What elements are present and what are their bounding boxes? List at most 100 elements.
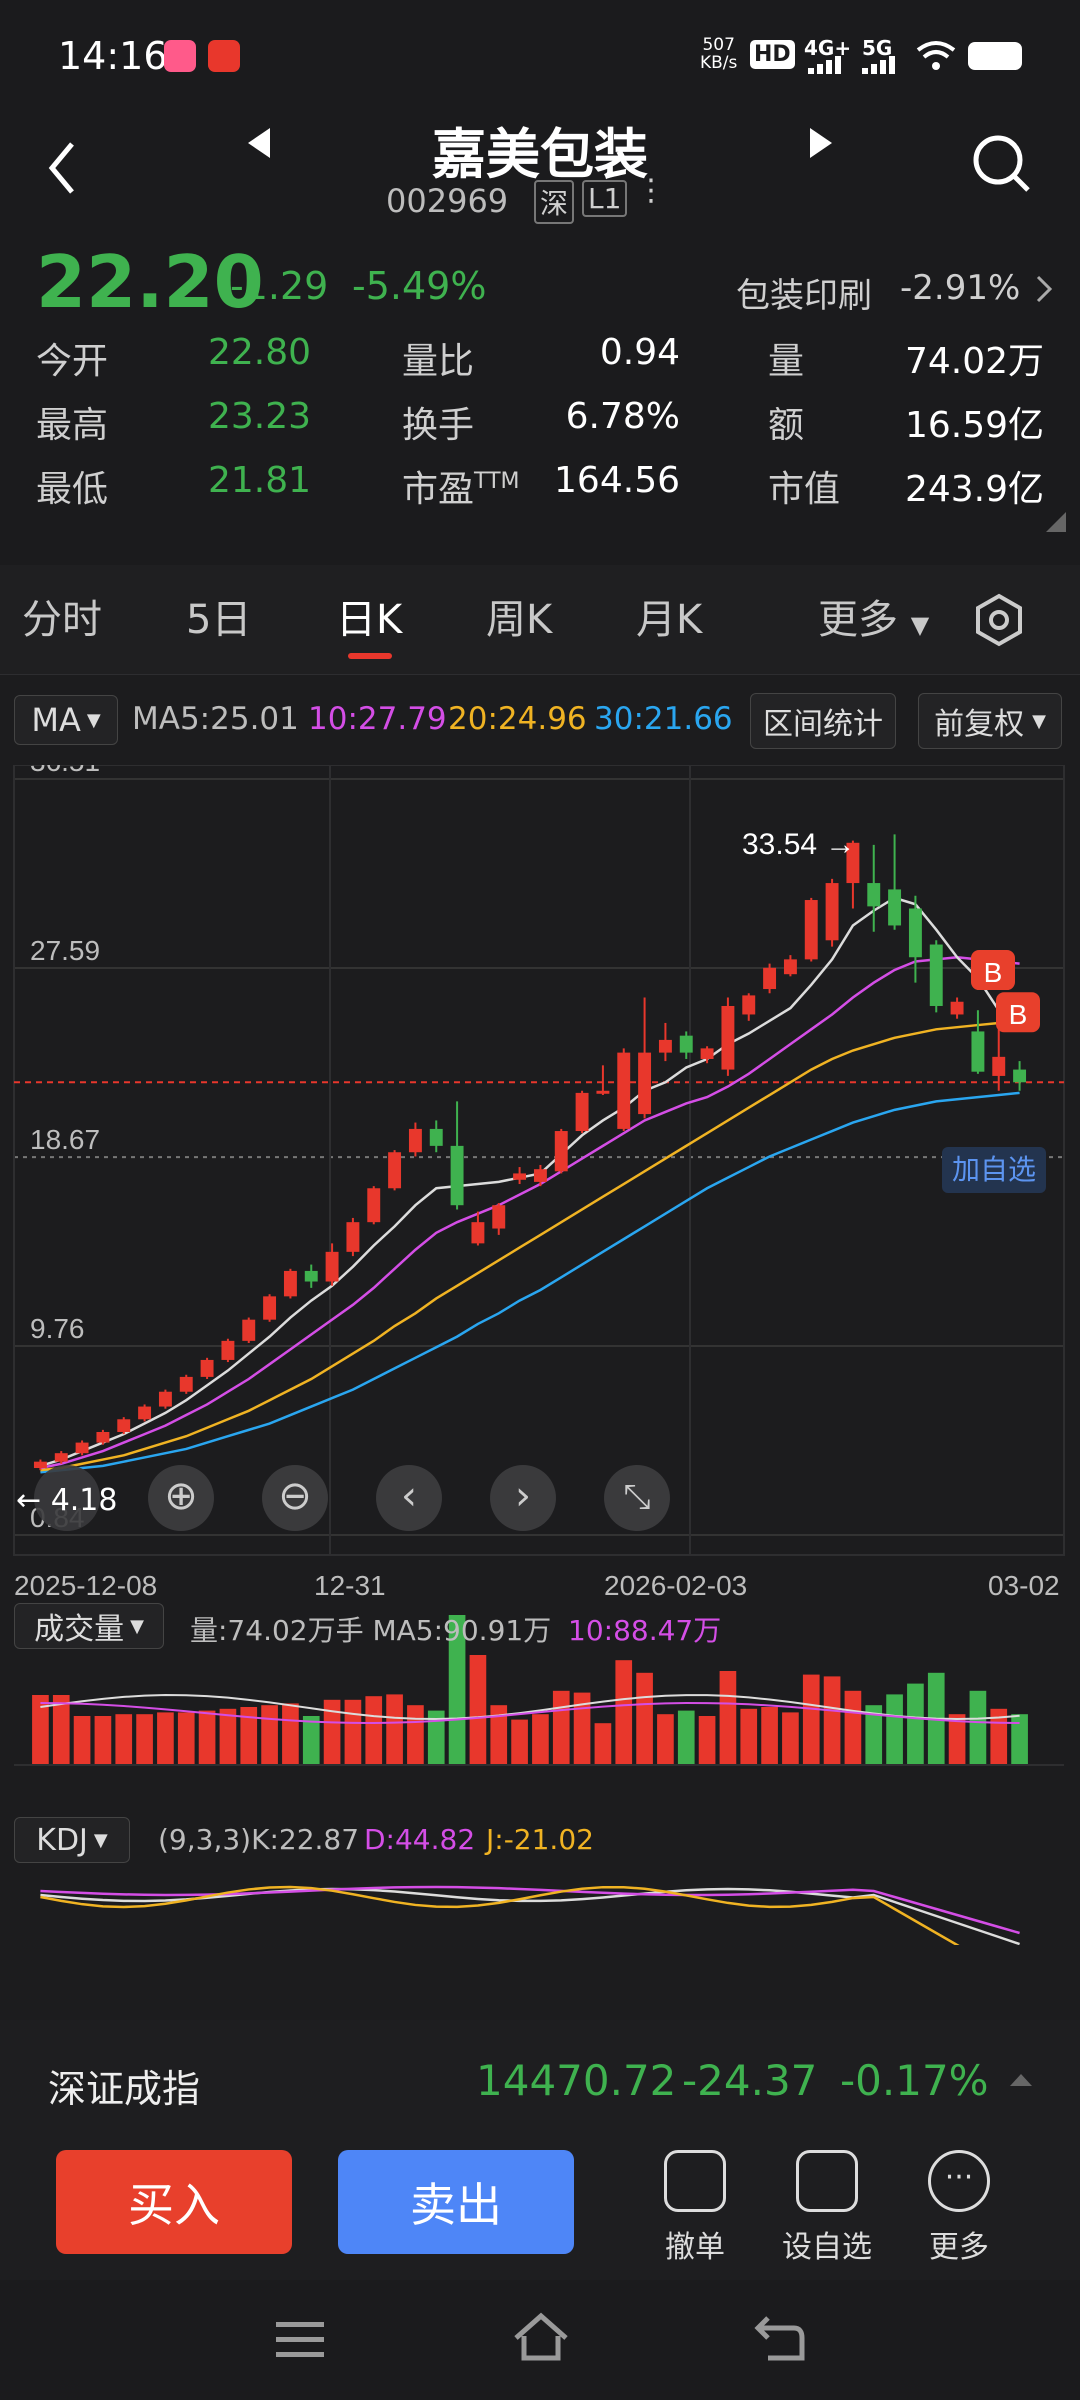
add-watchlist-button[interactable]: 设自选 [772,2150,882,2266]
open-label: 今开 [36,341,109,382]
buy-signal-label: B [984,957,1003,988]
clock: 14:16 [58,34,168,78]
sector-name[interactable]: 包装印刷 [736,268,872,317]
index-value: 14470.72 [476,2056,677,2105]
tab-weekly-k[interactable]: 周K [486,587,552,645]
buy-button[interactable]: 买入 [56,2150,292,2254]
candle-body [617,1052,631,1129]
index-change-pct: -0.17% [840,2056,989,2105]
volume-bar [386,1694,403,1765]
volume-bar [282,1703,299,1765]
kdj-indicator-selector[interactable]: KDJ ▼ [14,1817,130,1863]
volume-bar [365,1696,383,1765]
app-notification-icon-2 [208,40,240,72]
system-nav-bar [0,2280,1080,2400]
volume-bar [552,1690,570,1765]
caret-down-icon: ▼ [86,709,101,731]
chart-grid [13,765,1065,1556]
net-speed-unit: KB/s [700,53,738,73]
battery-icon [968,42,1022,70]
zoom-in-icon[interactable]: ⊕ [148,1465,214,1531]
period-tabs: 分时 5日 日K 周K 月K 更多 ▼ [0,565,1080,675]
candle-body [158,1391,172,1407]
zoom-out-icon[interactable]: ⊖ [262,1465,328,1531]
fullscreen-icon[interactable]: ⤡ [604,1465,670,1531]
back-icon[interactable] [44,140,80,196]
volume-bar [719,1671,737,1765]
volume-bar [532,1714,549,1765]
volume-bar [198,1710,216,1765]
add-watchlist-tag[interactable]: 加自选 [942,1147,1046,1193]
ma-selector[interactable]: MA ▼ [14,695,118,745]
candle-body [929,944,943,1006]
candle-body [242,1319,256,1341]
kdj-d-value: D:44.82 [364,1823,476,1856]
scroll-left-icon[interactable]: ‹ [376,1465,442,1531]
more-dots-icon[interactable]: ⋮ [636,176,666,206]
candle-body [513,1173,527,1180]
open-value: 22.80 [208,332,312,373]
hd-icon: HD [750,40,795,69]
chevron-right-icon[interactable] [1034,274,1054,304]
price-change: -1.29 [230,264,329,308]
tab-intraday[interactable]: 分时 [22,587,102,645]
next-stock-icon[interactable] [806,126,836,160]
net-speed: 507 KB/s [700,36,737,72]
sell-button[interactable]: 卖出 [338,2150,574,2254]
sector-pct[interactable]: -2.91% [900,268,1020,308]
high-price-label: 33.54 → [742,828,855,861]
scroll-right-icon[interactable]: › [490,1465,556,1531]
candle-body [783,959,797,975]
volume-bar [407,1705,424,1765]
volume-bar [886,1694,903,1765]
net-speed-value: 507 [702,35,735,55]
back-nav-icon[interactable] [754,2314,806,2362]
settings-hexagon-icon[interactable] [972,593,1026,647]
x-axis-labels: 2025-12-08 12-31 2026-02-03 03-02 [14,1570,1060,1601]
wifi-icon [916,41,956,70]
expand-corner-icon[interactable] [1044,510,1068,534]
volume-label: 量 [768,341,805,382]
candle-body [908,908,922,958]
volume-ratio-label: 量比 [402,341,475,382]
kdj-k-value: (9,3,3)K:22.87 [158,1823,360,1856]
price-adjust-selector[interactable]: 前复权 ▼ [918,693,1062,749]
ma20-value: 20:24.96 [448,701,587,737]
menu-icon[interactable] [276,2320,324,2360]
volume-indicator-selector[interactable]: 成交量 ▼ [14,1603,164,1649]
stock-code: 002969 [386,182,509,220]
caret-down-icon: ▼ [93,1829,108,1851]
interval-stats-button[interactable]: 区间统计 [750,693,896,749]
tab-daily-k[interactable]: 日K [336,587,402,645]
kline-chart[interactable]: 36.5127.5918.679.760.84 33.54 →BB 2025-1… [0,765,1080,1945]
caret-down-icon: ▼ [910,611,930,639]
turnover-label: 换手 [402,405,475,446]
y-tick-label: 9.76 [30,1313,85,1344]
price-change-pct: -5.49% [352,264,487,308]
tab-more[interactable]: 更多 ▼ [818,587,929,645]
candle-body [367,1188,381,1223]
volume-bar [94,1716,112,1765]
prev-stock-icon[interactable] [244,126,274,160]
volume-bar [782,1712,799,1765]
caret-up-icon[interactable] [1008,2070,1034,2088]
volume-ratio-value: 0.94 [599,332,680,373]
candle-body [825,883,839,941]
tab-monthly-k[interactable]: 月K [636,587,702,645]
search-icon[interactable] [970,132,1034,196]
home-icon[interactable] [512,2312,570,2362]
x-tick-label: 2026-02-03 [604,1570,747,1601]
volume-bar [136,1714,153,1765]
candle-body [54,1453,68,1462]
candle-body [596,1090,610,1094]
candle-body [283,1270,297,1297]
more-actions-button[interactable]: ··· 更多 [904,2150,1014,2266]
cancel-order-button[interactable]: 撤单 [640,2150,750,2266]
candle-body [1013,1069,1027,1083]
more-dots-icon: ··· [928,2150,990,2212]
tab-5day[interactable]: 5日 [186,587,251,645]
candle-body [325,1251,339,1282]
ma10-value: 10:27.79 [308,701,447,737]
caret-down-icon: ▼ [130,1615,144,1637]
candle-body [658,1039,672,1053]
